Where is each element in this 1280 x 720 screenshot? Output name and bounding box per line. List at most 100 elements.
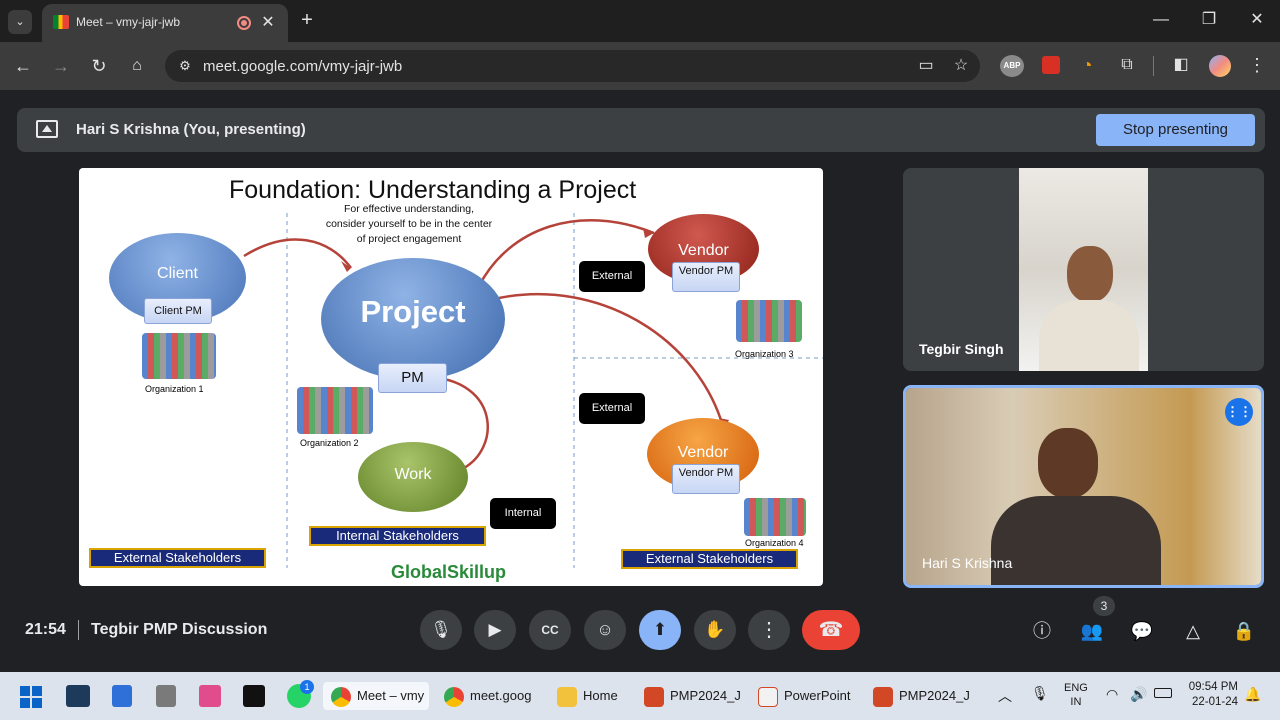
notifications-bell-icon[interactable]: 🔔 — [1244, 686, 1261, 703]
close-tab-icon[interactable]: ✕ — [258, 13, 278, 33]
participant-body — [1039, 300, 1139, 371]
snipping-tool-icon[interactable] — [199, 685, 221, 707]
subtitle-line: consider yourself to be in the center — [325, 218, 493, 230]
emoji-reactions-button[interactable]: ☺ — [584, 610, 626, 650]
adblock-icon[interactable]: ABP — [1000, 55, 1024, 77]
profile-avatar[interactable] — [1209, 55, 1231, 77]
tab-title: Meet – vmy-jajr-jwb — [76, 15, 181, 29]
toolbar-divider — [1153, 56, 1154, 76]
present-screen-icon — [36, 120, 58, 138]
mic-tray-icon[interactable]: 🎙 — [1031, 685, 1049, 702]
url-text: meet.google.com/vmy-jajr-jwb — [203, 58, 403, 75]
system-clock[interactable]: 09:54 PM 22-01-24 — [1184, 680, 1238, 710]
presenter-label: Hari S Krishna (You, presenting) — [76, 121, 306, 138]
present-screen-icon: ⬆ — [652, 620, 668, 639]
taskbar-item-home[interactable]: Home — [557, 682, 618, 710]
participant-head — [1067, 246, 1113, 302]
powerpoint-icon — [758, 686, 778, 707]
stop-presenting-button[interactable]: Stop presenting — [1096, 114, 1255, 146]
meeting-details-icon[interactable]: ⓘ — [1030, 619, 1054, 643]
slide-subtitle: For effective understanding, consider yo… — [309, 202, 509, 247]
camera-permission-icon[interactable]: ▭ — [915, 56, 937, 76]
home-icon[interactable]: ⌂ — [126, 56, 148, 76]
lang-line: ENG — [1064, 682, 1088, 694]
clock-time: 09:54 PM — [1188, 681, 1238, 693]
external-stakeholders-left: External Stakeholders — [89, 548, 266, 568]
extension-red-icon[interactable] — [1042, 56, 1060, 74]
chrome-icon — [444, 686, 464, 707]
tab-search-button[interactable]: ⌄ — [8, 10, 32, 34]
leave-call-button[interactable]: ☎ — [802, 610, 860, 650]
present-now-button[interactable]: ⬆ — [639, 610, 681, 650]
org-1-label: Organization 1 — [145, 384, 204, 394]
speaking-indicator-icon: ⋮⋮ — [1225, 398, 1253, 426]
taskbar-item-pmp-1[interactable]: PMP2024_J — [644, 682, 741, 710]
camera-button[interactable]: ▶ — [474, 610, 516, 650]
new-tab-button[interactable]: + — [296, 10, 318, 30]
meet-favicon-icon — [53, 15, 69, 29]
microphone-button[interactable]: 🎙 — [420, 610, 462, 650]
more-options-button[interactable]: ⋮ — [748, 610, 790, 650]
taskbar-label: PMP2024_J — [899, 688, 970, 703]
rss-icon[interactable]: ◔ — [1076, 55, 1098, 75]
external-callout-top: External — [579, 261, 645, 292]
taskbar-item-pmp-2[interactable]: PMP2024_J — [873, 682, 970, 710]
activities-icon[interactable]: △ — [1181, 619, 1205, 643]
hang-up-icon: ☎ — [818, 619, 844, 641]
tab-meet[interactable]: Meet – vmy-jajr-jwb ✕ — [42, 4, 288, 42]
notepad-icon[interactable] — [112, 685, 132, 707]
chrome-menu-icon[interactable]: ⋮ — [1246, 55, 1268, 75]
taskbar-item-meet[interactable]: Meet – vmy — [323, 682, 429, 710]
organization-1-crowd — [142, 333, 216, 379]
client-label: Client — [157, 265, 198, 282]
back-icon[interactable]: ← — [12, 56, 34, 76]
close-window-icon[interactable]: ✕ — [1246, 10, 1268, 30]
language-indicator[interactable]: ENG IN — [1064, 681, 1088, 709]
windows-taskbar: 1 Meet – vmy meet.goog Home PMP2024_J Po… — [0, 672, 1280, 720]
presenting-banner: Hari S Krishna (You, presenting) Stop pr… — [17, 108, 1265, 152]
side-panel-icon[interactable]: ◧ — [1170, 55, 1192, 75]
captions-icon: CC — [541, 623, 559, 637]
taskbar-item-powerpoint[interactable]: PowerPoint — [758, 682, 850, 710]
participant-tile-hari[interactable]: ⋮⋮ Hari S Krishna — [903, 385, 1264, 588]
taskbar-label: Home — [583, 688, 618, 703]
tray-chevron-icon[interactable]: ︿ — [998, 686, 1012, 706]
forward-icon[interactable]: → — [50, 56, 72, 76]
chat-icon[interactable]: 💬 — [1130, 619, 1154, 643]
microphone-icon: 🎙 — [430, 620, 452, 639]
site-info-icon[interactable]: ⚙ — [175, 56, 195, 76]
work-label: Work — [394, 466, 432, 483]
captions-button[interactable]: CC — [529, 610, 571, 650]
volume-icon[interactable]: 🔊 — [1130, 686, 1147, 703]
organization-3-crowd — [736, 300, 802, 342]
raise-hand-button[interactable]: ✋ — [694, 610, 736, 650]
more-vert-icon: ⋮ — [759, 619, 779, 641]
calculator-icon[interactable] — [156, 685, 176, 707]
wifi-icon[interactable]: ◠ — [1106, 686, 1118, 703]
external-stakeholders-right: External Stakeholders — [621, 549, 798, 569]
vendor-bottom-label: Vendor — [677, 444, 729, 461]
vendor-top-label: Vendor — [678, 242, 729, 259]
restore-icon[interactable]: ❐ — [1198, 10, 1220, 30]
address-bar[interactable]: ⚙ meet.google.com/vmy-jajr-jwb ▭ ☆ — [165, 50, 980, 82]
reload-icon[interactable]: ↻ — [88, 56, 110, 76]
participant-tile-tegbir[interactable]: Tegbir Singh — [903, 168, 1264, 371]
taskbar-item-meet-goog[interactable]: meet.goog — [444, 682, 531, 710]
taskbar-label: meet.goog — [470, 688, 532, 703]
pinned-app-icon[interactable] — [66, 685, 90, 707]
camera-icon: ▶ — [488, 620, 502, 639]
host-controls-icon[interactable]: 🔒 — [1232, 619, 1256, 643]
minimize-icon[interactable]: — — [1150, 10, 1172, 30]
organization-4-crowd — [744, 498, 806, 536]
project-label: Project — [360, 294, 466, 329]
bookmark-star-icon[interactable]: ☆ — [950, 56, 972, 76]
windows-start-icon[interactable] — [20, 686, 42, 708]
participant-name: Tegbir Singh — [919, 341, 1004, 357]
participant-body — [991, 496, 1161, 585]
people-icon[interactable]: 👥 — [1080, 619, 1104, 643]
vendor-bottom-pm-box: Vendor PM — [672, 464, 740, 494]
folder-icon — [557, 686, 577, 707]
battery-icon[interactable] — [1154, 688, 1172, 698]
extensions-icon[interactable]: ⧉ — [1116, 55, 1138, 75]
tradingview-icon[interactable] — [243, 685, 265, 707]
